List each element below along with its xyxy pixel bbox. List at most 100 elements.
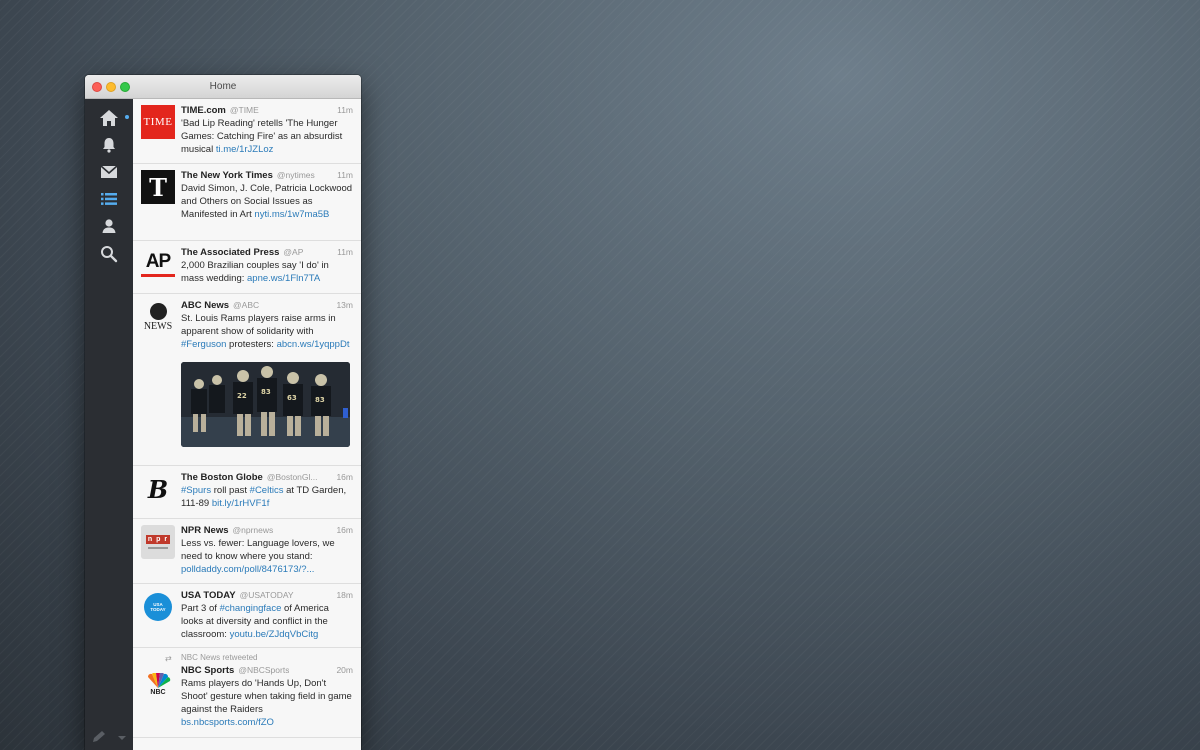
usa-today-logo-text: USA TODAY [150,602,166,612]
desktop-background: Home TIME TIME.com @TIME 11m 'Bad Lip Re… [0,0,1200,750]
nyt-logo-text: T [149,172,167,202]
tweet-nytimes[interactable]: T The New York Times @nytimes 11m David … [133,164,361,241]
sidebar-item-profile[interactable] [97,215,121,237]
avatar-nbc-sports[interactable]: NBC [141,668,175,702]
abc-logo-circle [149,302,167,320]
tweet-text-part: St. Louis Rams players raise arms in app… [181,313,336,337]
tweet-time: 16m [336,525,353,535]
tweet-npr-news[interactable]: n p r NPR News @nprnews 16m Less vs. few… [133,519,361,584]
tweet-text: St. Louis Rams players raise arms in app… [181,312,353,351]
chevron-down-icon[interactable] [117,734,127,742]
avatar-time[interactable]: TIME [141,105,175,139]
compose-icon[interactable] [91,730,107,744]
tweet-author[interactable]: ABC News [181,299,229,312]
unread-indicator [125,115,129,119]
football-players-photo: 22 83 63 83 [181,362,350,447]
hashtag-link[interactable]: #Ferguson [181,339,226,350]
tweet-author[interactable]: NPR News [181,524,229,537]
search-icon [101,246,118,263]
tweet-usa-today[interactable]: USA TODAY USA TODAY @USATODAY 18m Part 3… [133,584,361,648]
avatar-boston-globe[interactable]: B [141,472,175,506]
time-logo-text: TIME [143,116,173,128]
tweet-handle: @ABC [233,300,260,310]
svg-text:83: 83 [315,396,325,404]
home-icon [100,110,118,126]
nbc-logo-text: NBC [150,689,166,696]
lists-icon [101,193,117,205]
tweet-time[interactable]: TIME TIME.com @TIME 11m 'Bad Lip Reading… [133,99,361,164]
avatar-usa-today[interactable]: USA TODAY [141,590,175,624]
avatar-npr-news[interactable]: n p r [141,525,175,559]
tweet-link[interactable]: youtu.be/ZJdqVbCitg [230,629,319,640]
tweet-handle: @BostonGl... [266,472,318,482]
boston-globe-logo-text: B [147,474,169,504]
tweet-link[interactable]: apne.ws/1Fln7TA [247,273,320,284]
svg-text:83: 83 [261,388,271,396]
tweet-author[interactable]: The Boston Globe [181,471,263,484]
tweet-link[interactable]: polldaddy.com/poll/8476173/?... [181,564,314,575]
retweet-label: NBC News retweeted [181,653,258,662]
tweet-handle: @nytimes [276,170,315,180]
tweet-text-part: Part 3 of [181,603,220,614]
home-timeline[interactable]: TIME TIME.com @TIME 11m 'Bad Lip Reading… [133,99,361,750]
tweet-time: 13m [336,300,353,310]
npr-logo-text: n p r [145,535,171,544]
tweet-handle: @TIME [229,105,259,115]
tweet-author[interactable]: The Associated Press [181,246,279,259]
tweet-link[interactable]: abcn.ws/1yqppDt [277,339,350,350]
profile-icon [102,219,116,233]
tweet-link[interactable]: ti.me/1rJZLoz [216,144,274,155]
avatar-abc-news[interactable]: NEWS [141,300,175,334]
notifications-icon [103,138,115,153]
tweet-link[interactable]: nyti.ms/1w7ma5B [254,209,329,220]
tweet-time: 16m [336,472,353,482]
tweet-ap[interactable]: AP The Associated Press @AP 11m 2,000 Br… [133,241,361,294]
tweet-handle: @USATODAY [239,590,294,600]
hashtag-link[interactable]: #Spurs [181,485,211,496]
nbc-peacock-icon [147,673,171,688]
tweet-author[interactable]: NBC Sports [181,664,234,677]
tweet-nbc-sports[interactable]: ⇄ NBC News retweeted NBC NBC Sports @NBC… [133,648,361,738]
tweet-text-part: Less vs. fewer: Language lovers, we need… [181,538,335,562]
tweet-link[interactable]: bs.nbcsports.com/fZO [181,717,274,728]
svg-text:22: 22 [237,392,247,400]
sidebar-item-lists[interactable] [97,188,121,210]
tweet-boston-globe[interactable]: B The Boston Globe @BostonGl... 16m #Spu… [133,466,361,519]
abc-logo-text: NEWS [143,320,173,332]
retweet-icon: ⇄ [165,654,172,663]
sidebar-item-messages[interactable] [97,161,121,183]
tweet-text: Part 3 of #changingface of America looks… [181,602,353,641]
ap-logo-underline [141,273,175,277]
tweet-text: 'Bad Lip Reading' retells 'The Hunger Ga… [181,117,353,156]
svg-text:63: 63 [287,394,297,402]
messages-icon [100,165,118,178]
sidebar-nav [85,99,133,750]
hashtag-link[interactable]: #Celtics [250,485,284,496]
tweet-text-part: Rams players do 'Hands Up, Don't Shoot' … [181,678,352,715]
sidebar-item-notifications[interactable] [97,134,121,156]
tweet-text-part: roll past [211,485,250,496]
ap-logo-text: AP [145,250,171,272]
sidebar-item-search[interactable] [97,243,121,265]
tweet-text: David Simon, J. Cole, Patricia Lockwood … [181,182,353,221]
tweet-author[interactable]: TIME.com [181,104,226,117]
tweet-author[interactable]: USA TODAY [181,589,236,602]
tweet-author[interactable]: The New York Times [181,169,273,182]
tweet-link[interactable]: bit.ly/1rHVF1f [212,498,270,509]
window-titlebar[interactable]: Home [85,75,361,99]
tweet-text: #Spurs roll past #Celtics at TD Garden, … [181,484,353,510]
avatar-ap[interactable]: AP [141,247,175,281]
tweet-handle: @nprnews [232,525,274,535]
hashtag-link[interactable]: #changingface [220,603,282,614]
retweet-indicator: ⇄ NBC News retweeted [165,652,353,663]
tweet-abc-news[interactable]: NEWS ABC News @ABC 13m St. Louis Rams pl… [133,294,361,466]
tweet-time: 11m [337,105,353,115]
tweet-time: 11m [337,247,353,257]
npr-logo-sub [148,547,168,549]
window-title: Home [209,81,237,92]
tweet-time: 18m [336,590,353,600]
sidebar-item-home[interactable] [97,107,121,129]
tweet-media-photo[interactable]: 22 83 63 83 [181,362,350,447]
tweet-text-part: protesters: [226,339,277,350]
avatar-nytimes[interactable]: T [141,170,175,204]
